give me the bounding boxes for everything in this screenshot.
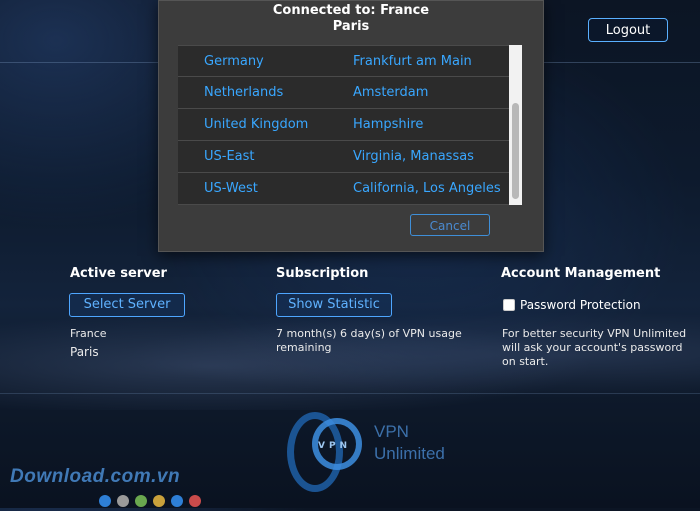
server-row[interactable]: Germany Frankfurt am Main (178, 45, 522, 77)
server-country: United Kingdom (204, 117, 309, 132)
server-country: Germany (204, 54, 264, 69)
active-server-city: Paris (70, 345, 99, 359)
server-city: Hampshire (353, 117, 424, 132)
account-description: For better security VPN Unlimited will a… (502, 327, 686, 369)
logo-text: VPN Unlimited (374, 421, 445, 465)
bottom-divider (0, 393, 700, 394)
password-protection-checkbox[interactable] (503, 299, 515, 311)
logout-button[interactable]: Logout (588, 18, 668, 42)
cancel-button[interactable]: Cancel (410, 214, 490, 236)
scrollbar-thumb[interactable] (512, 103, 519, 199)
watermark-dots (99, 492, 207, 507)
server-country: US-East (204, 149, 255, 164)
server-row[interactable]: Netherlands Amsterdam (178, 77, 522, 109)
watermark-dot (189, 495, 201, 507)
connected-city-label: Paris (332, 19, 370, 34)
watermark-dot (171, 495, 183, 507)
list-scrollbar[interactable] (509, 45, 522, 205)
desc-line-1: For better security VPN Unlimited (502, 327, 687, 340)
logo-text-line-2: Unlimited (374, 444, 445, 463)
dialog-title: Connected to: France Paris (159, 3, 543, 35)
server-list[interactable]: Germany Frankfurt am Main Netherlands Am… (178, 45, 522, 205)
connected-to-label: Connected to: France (272, 3, 430, 18)
server-row[interactable]: US-East Virginia, Manassas (178, 141, 522, 173)
desc-line-2: will ask your account's password (502, 341, 683, 354)
server-city: Amsterdam (353, 85, 429, 100)
server-row[interactable]: United Kingdom Hampshire (178, 109, 522, 141)
show-statistic-button[interactable]: Show Statistic (276, 293, 392, 317)
subscription-heading: Subscription (276, 266, 369, 281)
server-city: Virginia, Manassas (353, 149, 474, 164)
server-city: Frankfurt am Main (353, 54, 472, 69)
password-protection-label[interactable]: Password Protection (520, 298, 641, 312)
logo-text-line-1: VPN (374, 422, 409, 441)
desc-line-3: on start. (502, 355, 549, 368)
subscription-remaining-text: 7 month(s) 6 day(s) of VPN usage remaini… (276, 327, 462, 355)
active-server-heading: Active server (70, 266, 167, 281)
server-country: US-West (204, 181, 258, 196)
account-management-heading: Account Management (501, 266, 661, 281)
watermark-dot (99, 495, 111, 507)
watermark-dot (117, 495, 129, 507)
remaining-line-1: 7 month(s) 6 day(s) of VPN usage (276, 327, 462, 340)
select-server-button[interactable]: Select Server (69, 293, 185, 317)
watermark-dot (135, 495, 147, 507)
server-country: Netherlands (204, 85, 284, 100)
remaining-line-2: remaining (276, 341, 332, 354)
server-select-dialog: Connected to: France Paris Germany Frank… (158, 0, 544, 252)
active-server-country: France (70, 327, 107, 340)
server-row[interactable]: US-West California, Los Angeles (178, 173, 522, 205)
watermark-dot (153, 495, 165, 507)
server-city: California, Los Angeles (353, 181, 501, 196)
watermark-text: Download.com.vn (10, 466, 181, 487)
logo-mark: VPN (318, 441, 352, 451)
